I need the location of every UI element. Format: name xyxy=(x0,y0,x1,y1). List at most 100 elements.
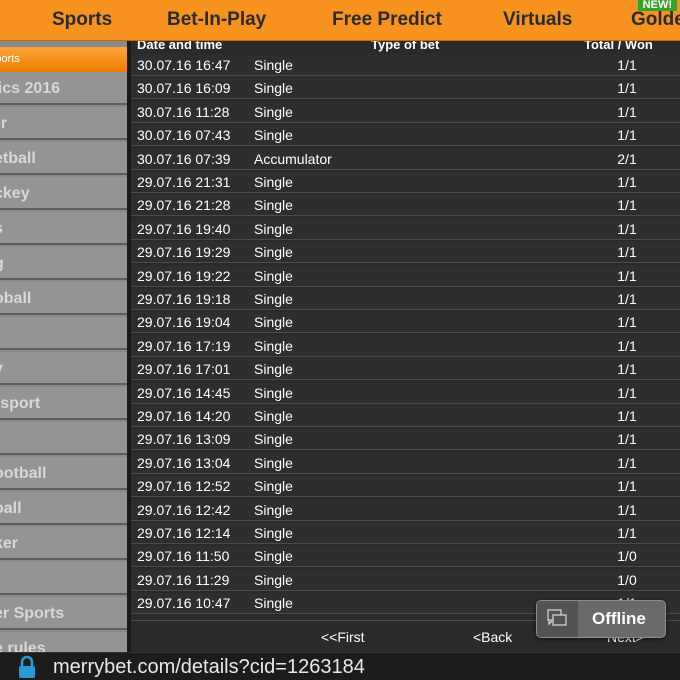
bet-type: Single xyxy=(254,361,293,378)
table-row[interactable]: 29.07.16 14:20 Single 1/1 xyxy=(131,406,680,427)
bet-type: Single xyxy=(254,174,293,190)
table-row[interactable]: 30.07.16 16:09 Single 1/1 xyxy=(131,78,680,100)
sidebar-item-label: er xyxy=(0,115,8,132)
bet-total-won: 1/1 xyxy=(617,174,637,190)
bet-total-won: 1/1 xyxy=(617,431,637,448)
sidebar-item[interactable]: oall xyxy=(0,492,127,525)
sidebar-item[interactable]: rsport xyxy=(0,387,127,420)
new-badge: NEW! xyxy=(637,0,677,11)
bet-type: Single xyxy=(254,267,293,284)
table-row[interactable]: 29.07.16 19:40 Single 1/1 xyxy=(131,218,680,240)
table-row[interactable]: 29.07.16 19:18 Single 1/1 xyxy=(131,289,680,310)
sidebar-item-label: e rules xyxy=(0,640,46,652)
bet-type: Single xyxy=(254,501,293,518)
bet-type: Single xyxy=(254,244,293,261)
bet-date: 29.07.16 13:09 xyxy=(137,431,231,448)
bet-date: 29.07.16 19:04 xyxy=(137,314,231,331)
table-row[interactable]: 30.07.16 07:43 Single 1/1 xyxy=(131,125,680,147)
bet-total-won: 1/1 xyxy=(617,314,637,331)
nav-bet-in-play[interactable]: Bet-In-Play xyxy=(167,0,266,41)
bet-type: Single xyxy=(254,291,293,307)
sidebar-item[interactable]: y xyxy=(0,352,127,385)
sidebar-item[interactable]: g xyxy=(0,247,127,280)
table-row[interactable]: 29.07.16 17:19 Single 1/1 xyxy=(131,335,680,357)
table-row[interactable]: 29.07.16 19:04 Single 1/1 xyxy=(131,312,680,334)
sidebar-item-label: oball xyxy=(0,290,32,307)
bet-total-won: 1/1 xyxy=(617,384,637,401)
col-type-header: Type of bet xyxy=(371,41,440,52)
table-row[interactable]: 29.07.16 19:22 Single 1/1 xyxy=(131,265,680,287)
bet-date: 29.07.16 11:50 xyxy=(137,548,230,565)
pager-first[interactable]: <<First xyxy=(321,629,365,645)
bet-total-won: 1/1 xyxy=(617,103,637,120)
pager-back[interactable]: <Back xyxy=(473,629,512,645)
table-row[interactable]: 29.07.16 21:28 Single 1/1 xyxy=(131,195,680,217)
sidebar-item-label: ootball xyxy=(0,465,47,482)
lock-icon xyxy=(19,655,35,678)
bet-type: Single xyxy=(254,384,293,401)
sidebar-item[interactable]: bics 2016 xyxy=(0,72,127,105)
bet-type: Single xyxy=(254,127,293,144)
table-header: Date and time Type of bet Total / Won xyxy=(131,41,680,55)
table-row[interactable]: 29.07.16 12:52 Single 1/1 xyxy=(131,476,680,498)
table-row[interactable]: 29.07.16 13:09 Single 1/1 xyxy=(131,429,680,451)
table-row[interactable]: 29.07.16 13:04 Single 1/1 xyxy=(131,452,680,474)
nav-virtuals[interactable]: Virtuals xyxy=(503,0,572,41)
bet-total-won: 1/1 xyxy=(617,267,637,284)
table-row[interactable]: 29.07.16 19:29 Single 1/1 xyxy=(131,242,680,264)
sidebar-item-label: etball xyxy=(0,150,36,167)
table-row[interactable]: 29.07.16 11:29 Single 1/0 xyxy=(131,569,680,591)
bet-total-won: 1/1 xyxy=(617,525,637,541)
table-row[interactable]: 29.07.16 12:14 Single 1/1 xyxy=(131,523,680,544)
browser-url-bar[interactable]: merrybet.com/details?cid=1263184 xyxy=(0,652,680,680)
bet-date: 29.07.16 11:29 xyxy=(137,571,230,588)
nav-sports[interactable]: Sports xyxy=(52,0,112,41)
sidebar-item[interactable]: e rules xyxy=(0,632,127,652)
table-row[interactable]: 29.07.16 21:31 Single 1/1 xyxy=(131,172,680,193)
url-text: merrybet.com/details?cid=1263184 xyxy=(53,656,365,678)
bet-total-won: 1/1 xyxy=(617,220,637,237)
bet-type: Single xyxy=(254,454,293,471)
sidebar-item[interactable]: ootball xyxy=(0,457,127,490)
bet-total-won: 1/0 xyxy=(617,571,637,588)
sidebar-item-label: oall xyxy=(0,500,22,517)
sidebar-item[interactable]: ckey xyxy=(0,177,127,210)
table-row[interactable]: 30.07.16 16:47 Single 1/1 xyxy=(131,55,680,76)
table-row[interactable]: 29.07.16 12:42 Single 1/1 xyxy=(131,499,680,521)
sidebar-item[interactable]: s xyxy=(0,212,127,245)
bet-date: 29.07.16 17:01 xyxy=(137,361,231,378)
bet-total-won: 1/1 xyxy=(617,197,637,214)
table-row[interactable]: 29.07.16 17:01 Single 1/1 xyxy=(131,359,680,381)
sidebar-item[interactable]: oball xyxy=(0,282,127,315)
table-row[interactable]: 29.07.16 11:50 Single 1/0 xyxy=(131,546,680,568)
table-row[interactable]: 29.07.16 14:45 Single 1/1 xyxy=(131,382,680,404)
offline-toast[interactable]: Offline xyxy=(536,600,666,638)
nav-free-predict[interactable]: Free Predict xyxy=(332,0,442,41)
bet-total-won: 1/1 xyxy=(617,57,637,73)
sidebar-item[interactable] xyxy=(0,317,127,350)
bet-total-won: 2/1 xyxy=(617,150,637,167)
bet-total-won: 1/1 xyxy=(617,501,637,518)
bet-date: 29.07.16 12:42 xyxy=(137,501,231,518)
sidebar-item[interactable]: er xyxy=(0,107,127,140)
bet-total-won: 1/1 xyxy=(617,291,637,307)
bet-history-panel: Date and time Type of bet Total / Won 30… xyxy=(131,41,680,652)
sidebar-item[interactable]: etball xyxy=(0,142,127,175)
sidebar-item-label: bics 2016 xyxy=(0,80,61,97)
sidebar-item[interactable] xyxy=(0,562,127,595)
sidebar-item[interactable]: er Sports xyxy=(0,597,127,630)
table-row[interactable]: 30.07.16 11:28 Single 1/1 xyxy=(131,101,680,123)
top-nav-bar: Sports Bet-In-Play Free Predict Virtuals… xyxy=(0,0,680,41)
bet-type: Single xyxy=(254,197,293,214)
bet-date: 29.07.16 21:31 xyxy=(137,174,231,190)
bet-type: Single xyxy=(254,408,293,424)
bet-total-won: 1/1 xyxy=(617,478,637,495)
bet-date: 30.07.16 11:28 xyxy=(137,103,230,120)
offline-icon-box xyxy=(537,601,578,637)
bet-type: Single xyxy=(254,314,293,331)
table-row[interactable]: 30.07.16 07:39 Accumulator 2/1 xyxy=(131,148,680,170)
sidebar-item[interactable]: ker xyxy=(0,527,127,560)
bet-total-won: 1/1 xyxy=(617,127,637,144)
sidebar-item[interactable] xyxy=(0,422,127,455)
bet-date: 29.07.16 21:28 xyxy=(137,197,231,214)
